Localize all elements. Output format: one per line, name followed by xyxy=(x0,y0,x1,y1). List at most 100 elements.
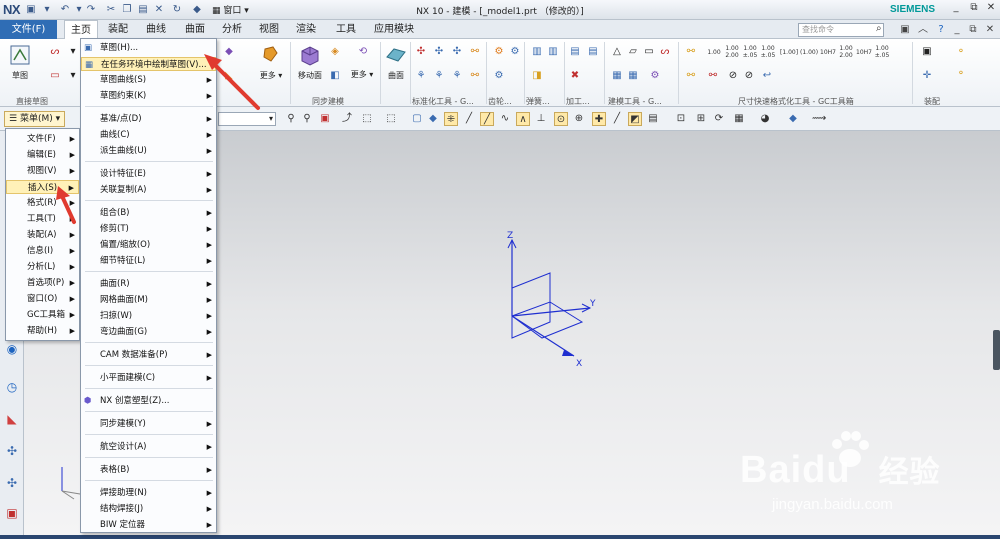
type-filter-select[interactable]: ▾ xyxy=(218,112,276,126)
menu-item-sketch[interactable]: ▣ 草图(H)... xyxy=(81,41,216,55)
section-view-icon[interactable]: ⟿ xyxy=(812,112,826,126)
dim-button-3[interactable]: 1.00 ±.05 xyxy=(742,45,758,59)
snap-bisector-icon[interactable]: ◩ xyxy=(628,112,642,126)
spring-icon[interactable]: ▥ xyxy=(530,45,544,59)
pull-face-icon[interactable]: ◈ xyxy=(328,45,342,59)
menu-item-offset-scale[interactable]: 偏置/缩放(O) ▶ xyxy=(81,238,216,252)
snap-point-icon[interactable]: ✚ xyxy=(592,112,606,126)
menu-item-surface[interactable]: 曲面(R) ▶ xyxy=(81,277,216,291)
copy-icon[interactable]: ❐ xyxy=(120,3,134,17)
snap-quadrant-icon[interactable]: ⊕ xyxy=(572,112,586,126)
rectangle-icon[interactable]: ▭ xyxy=(48,69,62,83)
dim-style2-icon[interactable]: ⚯ xyxy=(684,69,698,83)
machining2-icon[interactable]: ✖ xyxy=(568,69,582,83)
menu-button[interactable]: ☰ 菜单(M) ▾ xyxy=(4,111,66,127)
snap-copy-icon[interactable]: ▤ xyxy=(646,112,660,126)
menu-item-curve[interactable]: 曲线(C) ▶ xyxy=(81,128,216,142)
dim-button-4[interactable]: 1.00 ±.05 xyxy=(760,45,776,59)
role-icon[interactable]: ✣ xyxy=(4,443,20,459)
web-browser-icon[interactable]: ◉ xyxy=(4,341,20,357)
dim-button-8[interactable]: 1.00 2.00 xyxy=(838,45,854,59)
menu-item-facet-modeling[interactable]: 小平面建模(C) ▶ xyxy=(81,371,216,385)
replace-face-icon[interactable]: ⟲ xyxy=(356,45,370,59)
menu-item-insert[interactable]: 插入(S) ▶ xyxy=(6,180,79,194)
tab-assembly[interactable]: 装配 xyxy=(102,20,134,39)
zoom-icon[interactable]: ⊞ xyxy=(694,112,708,126)
ribbon-restore-icon[interactable]: ⧉ xyxy=(966,23,980,37)
sketch-button[interactable]: 草图 xyxy=(6,43,34,81)
minimize-button[interactable]: _ xyxy=(948,2,964,16)
fit-view-icon[interactable]: ⊡ xyxy=(674,112,688,126)
snap-angle-icon[interactable]: ∧ xyxy=(516,112,530,126)
filter2-icon[interactable]: ⚲ xyxy=(300,112,314,126)
ribbon-close-icon[interactable]: ✕ xyxy=(983,23,997,37)
diameter2-icon[interactable]: ⊘ xyxy=(742,69,756,83)
face-select-icon[interactable]: ▢ xyxy=(410,112,424,126)
menu-item-flange-surface[interactable]: 弯边曲面(G) ▶ xyxy=(81,325,216,339)
snap-perpendicular-icon[interactable]: ⊥ xyxy=(534,112,548,126)
table-tool2-icon[interactable]: ▦ xyxy=(626,69,640,83)
gear-rack-icon[interactable]: ⚙ xyxy=(508,45,522,59)
help-icon[interactable]: ? xyxy=(934,23,948,37)
menu-item-table[interactable]: 表格(B) ▶ xyxy=(81,463,216,477)
rotate-icon[interactable]: ⟳ xyxy=(712,112,726,126)
menu-item-weld-assistant[interactable]: 焊接助理(N) ▶ xyxy=(81,486,216,500)
process-studio-icon[interactable]: ▣ xyxy=(4,505,20,521)
lasso-icon[interactable]: ⬚ xyxy=(384,112,398,126)
surface-button[interactable]: 曲面 xyxy=(384,43,408,81)
paste-icon[interactable]: ▤ xyxy=(136,3,150,17)
tab-file[interactable]: 文件(F) xyxy=(0,20,57,39)
screw-icon[interactable]: ⚘ xyxy=(414,69,428,83)
menu-item-tools[interactable]: 工具(T) ▶ xyxy=(6,212,79,226)
triangle-icon[interactable]: △ xyxy=(610,45,624,59)
snap-curve-icon[interactable]: ╱ xyxy=(480,112,494,126)
menu-item-design-feature[interactable]: 设计特征(E) ▶ xyxy=(81,167,216,181)
collapse-ribbon-icon[interactable]: ︿ xyxy=(916,23,930,37)
delete-icon[interactable]: ✕ xyxy=(152,3,166,17)
menu-item-gc-toolkit[interactable]: GC工具箱 ▶ xyxy=(6,308,79,322)
menu-item-view[interactable]: 视图(V) ▶ xyxy=(6,164,79,178)
tab-surface[interactable]: 曲面 xyxy=(179,20,211,39)
menu-item-combine[interactable]: 组合(B) ▶ xyxy=(81,206,216,220)
menu-item-aero-design[interactable]: 航空设计(A) ▶ xyxy=(81,440,216,454)
more2-button[interactable]: 更多 ▾ xyxy=(348,69,376,80)
curve-tool-icon[interactable]: ᔕ xyxy=(658,45,672,59)
menu-item-sketch-constraint[interactable]: 草图约束(K) ▶ xyxy=(81,89,216,103)
menu-item-biw-locator[interactable]: BIW 定位器 ▶ xyxy=(81,518,216,532)
dim-button-9[interactable]: 10H7 xyxy=(856,49,872,56)
cut-icon[interactable]: ✂ xyxy=(104,3,118,17)
menu-item-realize-shape[interactable]: ⬢ NX 创意塑型(Z)... xyxy=(81,394,216,408)
filter-icon[interactable]: ⚲ xyxy=(284,112,298,126)
sketch-dropdown-icon[interactable]: ▾ xyxy=(66,45,80,59)
add-component-icon[interactable]: ✛ xyxy=(920,69,934,83)
gear-icon[interactable]: ⚙ xyxy=(492,45,506,59)
tab-render[interactable]: 渲染 xyxy=(290,20,322,39)
reuse-library-icon[interactable]: ◣ xyxy=(4,411,20,427)
tab-home[interactable]: 主页 xyxy=(64,20,98,40)
stud-icon[interactable]: ⚘ xyxy=(450,69,464,83)
menu-item-preferences[interactable]: 首选项(P) ▶ xyxy=(6,276,79,290)
command-search-input[interactable]: 查找命令 xyxy=(798,23,884,37)
table-tool-icon[interactable]: ▦ xyxy=(610,69,624,83)
profile-icon[interactable]: ᔕ xyxy=(48,45,62,59)
display-mode-icon[interactable]: ◆ xyxy=(786,112,800,126)
menu-item-assembly[interactable]: 装配(A) ▶ xyxy=(6,228,79,242)
block-icon[interactable]: ◆ xyxy=(222,45,236,59)
dim-button-7[interactable]: 10H7 xyxy=(820,49,836,56)
dim-button-2[interactable]: 1.00 2.00 xyxy=(724,45,740,59)
pin-icon[interactable]: ⚯ xyxy=(468,45,482,59)
redo-icon[interactable]: ↷ xyxy=(84,3,98,17)
dim-button-1[interactable]: 1.00 xyxy=(706,49,722,56)
menu-item-datum-point[interactable]: 基准/点(D) ▶ xyxy=(81,112,216,126)
save-icon[interactable]: ▣ xyxy=(24,3,38,17)
snap-endpoint-icon[interactable]: ⁜ xyxy=(444,112,458,126)
right-panel-handle[interactable] xyxy=(993,330,1000,370)
dim-clear-icon[interactable]: ⚯ xyxy=(706,69,720,83)
menu-item-derived-curve[interactable]: 派生曲线(U) ▶ xyxy=(81,144,216,158)
dim-style-icon[interactable]: ⚯ xyxy=(684,45,698,59)
body-select-icon[interactable]: ◆ xyxy=(426,112,440,126)
more-button[interactable]: 更多 ▾ xyxy=(258,43,284,81)
menu-item-mesh-surface[interactable]: 网格曲面(M) ▶ xyxy=(81,293,216,307)
menu-item-edit[interactable]: 编辑(E) ▶ xyxy=(6,148,79,162)
box-select-icon[interactable]: ⬚ xyxy=(360,112,374,126)
